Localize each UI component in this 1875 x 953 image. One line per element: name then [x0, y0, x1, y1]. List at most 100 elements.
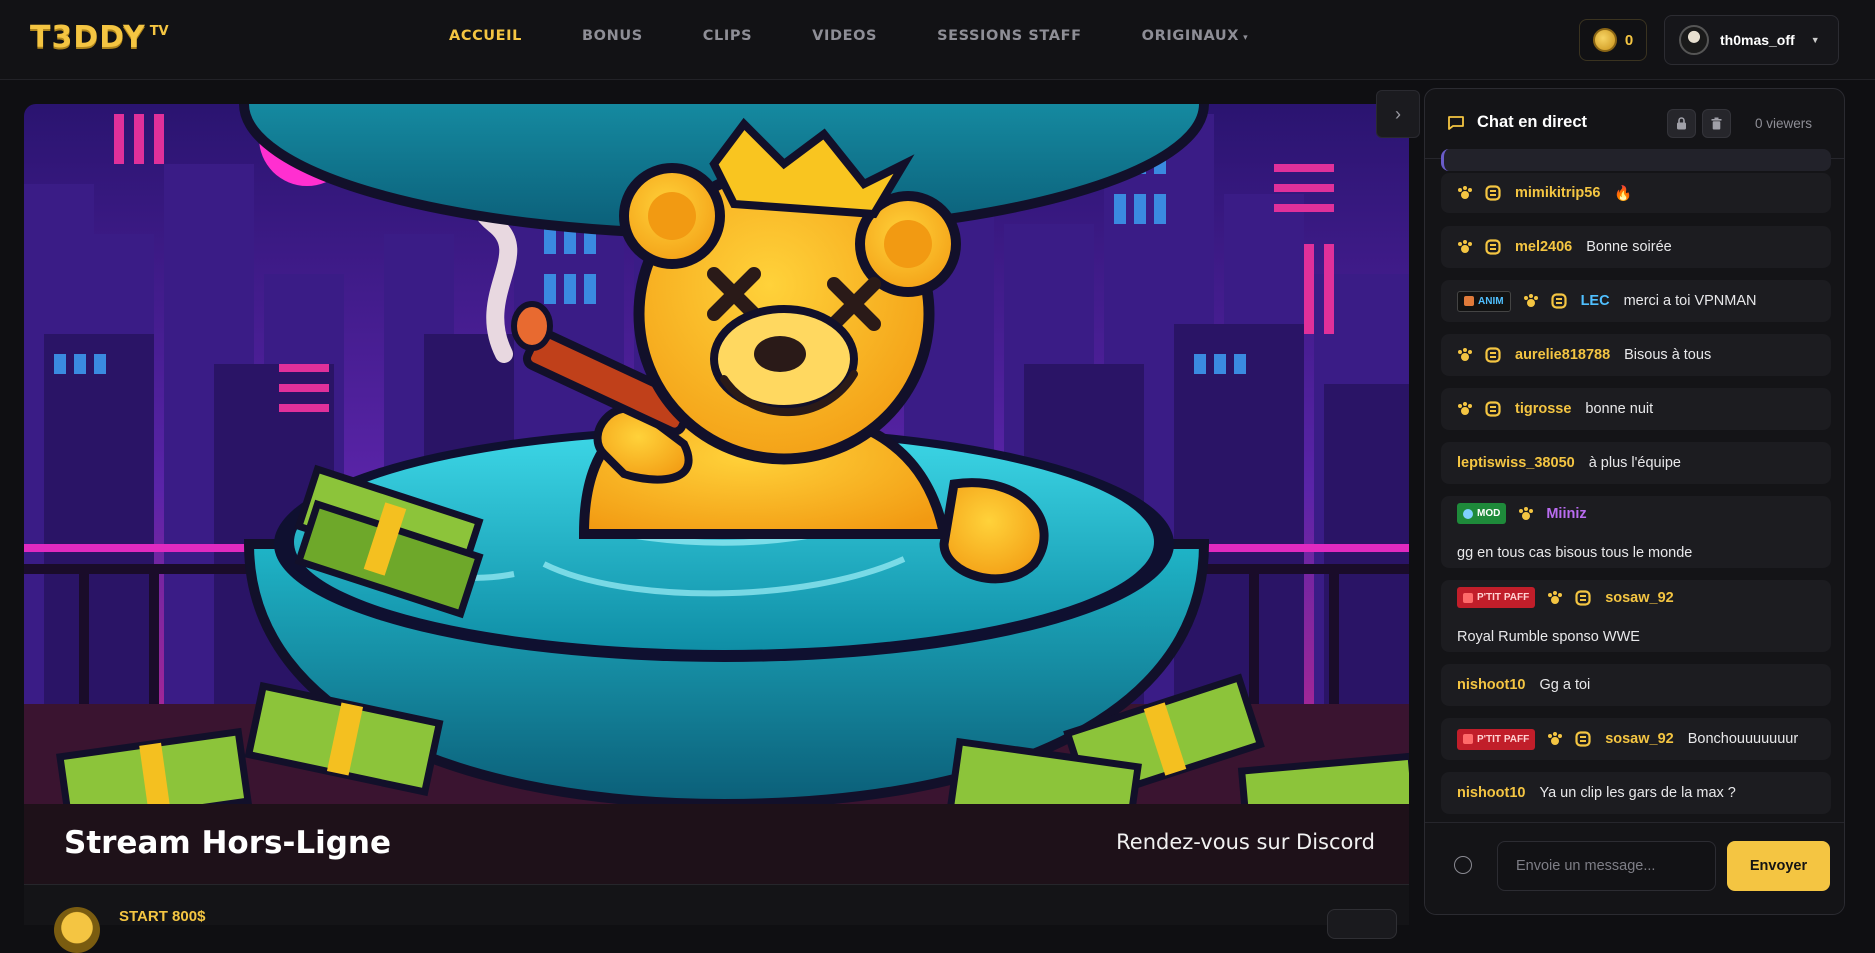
mod-role-badge: MOD [1457, 503, 1507, 525]
username: th0mas_off [1720, 32, 1795, 48]
stream-title: START 800$ [119, 908, 206, 925]
chat-username[interactable]: tigrosse [1515, 401, 1571, 417]
chat-username[interactable]: mel2406 [1515, 239, 1572, 255]
stream-info-bar: START 800$ [24, 884, 1409, 953]
subscriber-badge-icon [1485, 401, 1501, 417]
shield-icon [1463, 508, 1473, 519]
coin-balance[interactable]: 0 [1579, 19, 1647, 61]
chat-text: Bonchouuuuuuur [1687, 731, 1799, 747]
main-nav: ACCUEIL BONUS CLIPS VIDEOS SESSIONS STAF… [449, 28, 1308, 44]
stream-action-button[interactable] [1327, 909, 1397, 939]
chat-text: merci a toi VPNMAN [1623, 293, 1757, 309]
role-label: P'TIT PAFF [1477, 733, 1530, 745]
ptit-paff-role-badge: P'TIT PAFF [1457, 587, 1536, 609]
paw-badge-icon [1519, 506, 1534, 520]
chat-message: ANIM LEC merci a toi VPNMAN [1441, 280, 1831, 322]
chat-text: bonne nuit [1585, 401, 1654, 417]
anim-role-badge: ANIM [1457, 290, 1511, 312]
nav-item-bonus[interactable]: BONUS [582, 28, 643, 44]
offline-title: Stream Hors-Ligne [64, 825, 391, 861]
trash-icon[interactable] [1702, 109, 1731, 138]
role-label: ANIM [1478, 295, 1504, 307]
chat-message-input[interactable] [1497, 841, 1716, 891]
chat-username[interactable]: leptiswiss_38050 [1457, 455, 1575, 471]
flame-icon [1463, 734, 1473, 744]
chat-message: P'TIT PAFF sosaw_92 Bonchouuuuuuur [1441, 718, 1831, 760]
chat-username[interactable]: LEC [1581, 293, 1610, 309]
chat-message: tigrosse bonne nuit [1441, 388, 1831, 430]
paw-badge-icon [1458, 348, 1472, 361]
paw-badge-icon [1548, 732, 1563, 745]
paw-badge-icon [1458, 402, 1472, 415]
subscriber-badge-icon [1485, 347, 1501, 363]
chat-username[interactable]: nishoot10 [1457, 785, 1525, 801]
chat-username[interactable]: sosaw_92 [1605, 590, 1674, 606]
chat-message: P'TIT PAFF sosaw_92 Royal Rumble sponso … [1441, 580, 1831, 652]
live-chat-panel: Chat en direct 0 viewers mimikitrip56 🔥 … [1424, 88, 1845, 915]
paw-badge-icon [1548, 590, 1563, 604]
chat-bubble-icon [1448, 116, 1464, 130]
chat-message-list[interactable]: mimikitrip56 🔥 mel2406 Bonne soirée ANIM… [1441, 149, 1831, 899]
role-label: MOD [1477, 508, 1501, 520]
nav-item-sessions-staff[interactable]: SESSIONS STAFF [937, 28, 1082, 44]
stream-player[interactable] [24, 104, 1409, 804]
chat-text: Bonne soirée [1586, 239, 1672, 255]
ptit-paff-role-badge: P'TIT PAFF [1457, 728, 1536, 750]
nav-item-originaux-label: ORIGINAUX [1141, 28, 1240, 44]
chat-message: mel2406 Bonne soirée [1441, 226, 1831, 268]
chat-text: à plus l'équipe [1588, 455, 1681, 471]
subscriber-badge-icon [1485, 185, 1501, 201]
offline-artwork [24, 104, 1409, 804]
chevron-down-icon: ▼ [1810, 35, 1820, 45]
chat-title: Chat en direct [1477, 113, 1588, 131]
chat-username[interactable]: Miiniz [1546, 506, 1586, 522]
chat-composer: Envoyer [1425, 822, 1844, 914]
chat-text: Ya un clip les gars de la max ? [1539, 785, 1736, 801]
chat-message: nishoot10 Gg a toi [1441, 664, 1831, 706]
subscriber-badge-icon [1575, 590, 1591, 606]
chat-message: aurelie818788 Bisous à tous [1441, 334, 1831, 376]
avatar [1679, 25, 1709, 55]
list-item [1441, 149, 1831, 171]
paw-badge-icon [1458, 186, 1472, 199]
chevron-down-icon: ▾ [1243, 33, 1249, 43]
nav-item-clips[interactable]: CLIPS [703, 28, 752, 44]
subscriber-badge-icon [1575, 731, 1591, 747]
viewer-count: 0 viewers [1755, 116, 1813, 131]
flame-icon [1463, 592, 1473, 603]
chat-message: nishoot10 Ya un clip les gars de la max … [1441, 772, 1831, 814]
role-label: P'TIT PAFF [1477, 592, 1530, 604]
chat-username[interactable]: aurelie818788 [1515, 347, 1610, 363]
chat-text: Bisous à tous [1624, 347, 1712, 363]
channel-logo-icon [54, 907, 100, 953]
paw-badge-icon [1458, 240, 1472, 253]
paw-badge-icon [1523, 294, 1538, 307]
chevron-right-icon[interactable]: › [1376, 90, 1420, 138]
chat-text: 🔥 [1614, 185, 1633, 202]
chat-text: Gg a toi [1539, 677, 1591, 693]
top-navbar: T3DDY TV ACCUEIL BONUS CLIPS VIDEOS SESS… [0, 0, 1875, 80]
anim-role-icon [1464, 296, 1474, 306]
offline-banner: Stream Hors-Ligne Rendez-vous sur Discor… [24, 804, 1409, 884]
subscriber-badge-icon [1550, 293, 1567, 309]
nav-item-videos[interactable]: VIDEOS [812, 28, 877, 44]
subscriber-badge-icon [1485, 239, 1501, 255]
chat-message: MOD Miiniz gg en tous cas bisous tous le… [1441, 496, 1831, 568]
user-menu[interactable]: th0mas_off ▼ [1664, 15, 1839, 65]
chat-text: gg en tous cas bisous tous le monde [1457, 544, 1693, 561]
emoji-icon[interactable] [1454, 856, 1472, 874]
chat-username[interactable]: nishoot10 [1457, 677, 1525, 693]
lock-icon[interactable] [1667, 109, 1696, 138]
nav-item-originaux[interactable]: ORIGINAUX ▾ [1142, 28, 1249, 44]
chat-message: mimikitrip56 🔥 [1441, 173, 1831, 213]
chat-username[interactable]: sosaw_92 [1605, 731, 1674, 747]
logo-suffix: TV [149, 24, 169, 39]
chat-username[interactable]: mimikitrip56 [1515, 185, 1600, 201]
discord-link[interactable]: Rendez-vous sur Discord [1116, 830, 1375, 854]
nav-item-accueil[interactable]: ACCUEIL [449, 28, 522, 44]
coin-count: 0 [1624, 31, 1634, 49]
chat-text: Royal Rumble sponso WWE [1457, 628, 1640, 645]
chat-message: leptiswiss_38050 à plus l'équipe [1441, 442, 1831, 484]
send-button[interactable]: Envoyer [1727, 841, 1830, 891]
site-logo[interactable]: T3DDY TV [30, 22, 169, 54]
